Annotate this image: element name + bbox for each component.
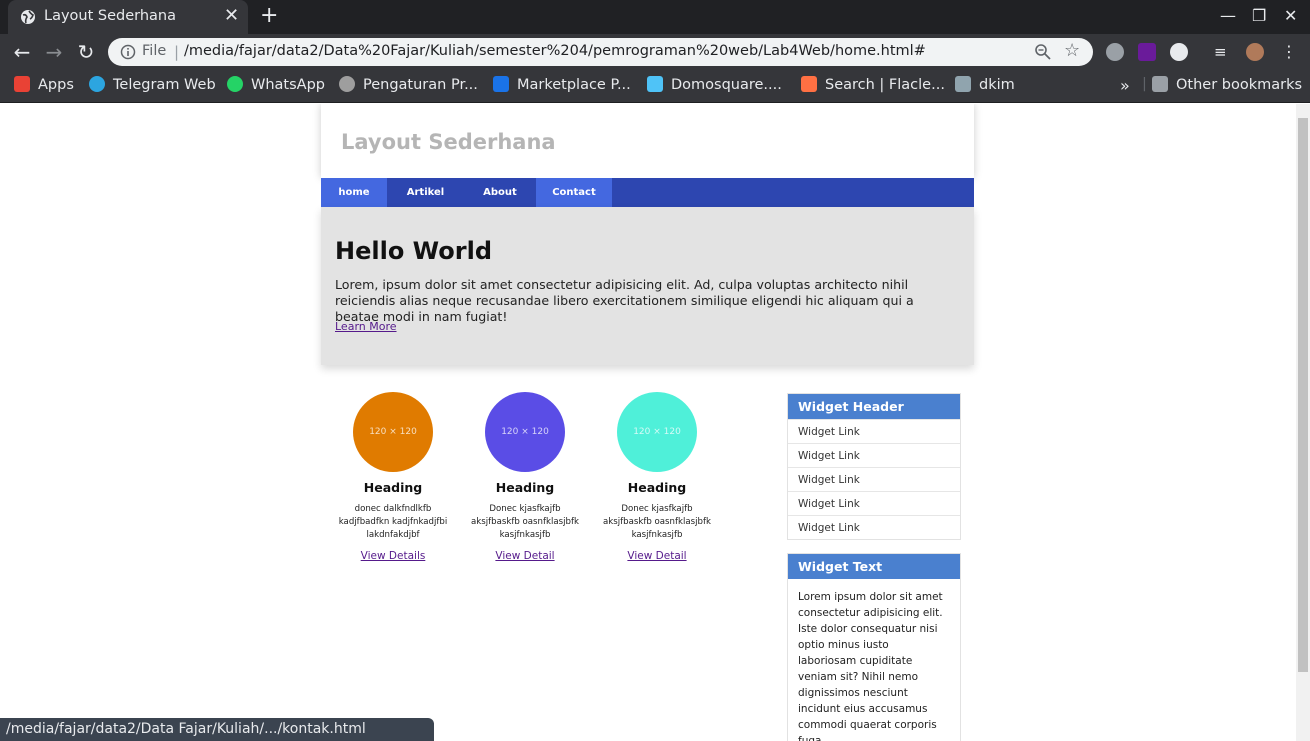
tab-title: Layout Sederhana — [44, 8, 177, 24]
widget-link[interactable]: Widget Link — [788, 491, 960, 515]
avatar[interactable] — [1246, 43, 1264, 61]
scrollbar-thumb[interactable] — [1298, 118, 1308, 672]
settings-gear-icon — [339, 76, 355, 92]
window-close-icon[interactable]: ✕ — [1284, 6, 1297, 25]
widget-link[interactable]: Widget Link — [788, 419, 960, 443]
site-title: Layout Sederhana — [341, 130, 556, 154]
nav-about[interactable]: About — [464, 178, 536, 207]
other-bookmarks[interactable]: Other bookmarks — [1152, 76, 1302, 96]
forward-arrow-icon[interactable]: → — [42, 40, 66, 64]
nav-home[interactable]: home — [321, 178, 387, 207]
browser-tab[interactable]: Layout Sederhana ✕ — [8, 0, 248, 34]
scheme-separator: | — [174, 43, 180, 61]
bookmark-star-icon[interactable]: ☆ — [1064, 40, 1080, 61]
back-arrow-icon[interactable]: ← — [10, 40, 34, 64]
widget-text: Widget Text Lorem ipsum dolor sit amet c… — [787, 553, 961, 741]
maximize-icon[interactable]: ❐ — [1252, 6, 1266, 25]
nav-contact[interactable]: Contact — [536, 178, 612, 207]
zoom-icon[interactable] — [1034, 43, 1052, 61]
widget-link[interactable]: Widget Link — [788, 515, 960, 539]
card-heading: Heading — [363, 480, 423, 495]
widget-links: Widget Header Widget Link Widget Link Wi… — [787, 393, 961, 540]
status-bar-url: /media/fajar/data2/Data Fajar/Kuliah/...… — [0, 718, 434, 741]
bookmark-domosquare[interactable]: Domosquare.... — [647, 76, 782, 96]
bookmark-flacle[interactable]: Search | Flacle... — [801, 76, 945, 96]
hero-text: Lorem, ipsum dolor sit amet consectetur … — [335, 277, 914, 324]
main-nav: home Artikel About Contact — [321, 178, 974, 207]
card-image-placeholder: 120 × 120 — [485, 392, 565, 472]
puzzle-icon — [955, 76, 971, 92]
tab-close-icon[interactable]: ✕ — [224, 6, 239, 26]
bookmark-apps[interactable]: Apps — [14, 76, 74, 96]
bookmarks-overflow-chevron-icon[interactable]: » — [1120, 76, 1130, 96]
bookmark-dkim[interactable]: dkim — [955, 76, 1015, 96]
hero-heading: Hello World — [335, 237, 493, 265]
card-view-detail-link[interactable]: View Detail — [495, 550, 554, 562]
flacle-icon — [801, 76, 817, 92]
url-text[interactable]: /media/fajar/data2/Data%20Fajar/Kuliah/s… — [184, 43, 926, 59]
feature-card-1: 120 × 120 Heading donec dalkfndlkfb kadj… — [334, 392, 452, 563]
scheme-label: File — [142, 43, 167, 59]
minimize-icon[interactable]: — — [1220, 6, 1236, 25]
card-view-details-link[interactable]: View Details — [361, 550, 426, 562]
widget-text-header: Widget Text — [788, 554, 960, 579]
new-tab-button[interactable]: + — [260, 4, 278, 28]
bookmark-telegram[interactable]: Telegram Web — [89, 76, 216, 96]
bookmark-pengaturan[interactable]: Pengaturan Pr... — [339, 76, 478, 96]
page-scrollbar[interactable] — [1296, 104, 1310, 741]
info-icon[interactable] — [120, 44, 136, 60]
tab-strip: Layout Sederhana ✕ + — ❐ ✕ — [0, 0, 1310, 34]
feature-card-2: 120 × 120 Heading Donec kjasfkajfb aksjf… — [466, 392, 584, 563]
domosquare-icon — [647, 76, 663, 92]
page-viewport: Layout Sederhana home Artikel About Cont… — [0, 104, 1296, 741]
globe-icon — [21, 10, 35, 24]
widget-link[interactable]: Widget Link — [788, 443, 960, 467]
menu-kebab-icon[interactable]: ⋮ — [1280, 43, 1298, 61]
card-view-detail-link[interactable]: View Detail — [627, 550, 686, 562]
telegram-icon — [89, 76, 105, 92]
bookmarks-divider: | — [1142, 76, 1147, 92]
widget-header: Widget Header — [788, 394, 960, 419]
bookmark-marketplace[interactable]: Marketplace P... — [493, 76, 631, 96]
globe-extension-icon[interactable] — [1106, 43, 1124, 61]
card-text: donec dalkfndlkfb kadjfbadfkn kadjfnkadj… — [338, 504, 448, 540]
card-image-placeholder: 120 × 120 — [617, 392, 697, 472]
card-text: Donec kjasfkajfb aksjfbaskfb oasnfklasjb… — [603, 504, 711, 540]
address-bar[interactable]: File | /media/fajar/data2/Data%20Fajar/K… — [108, 38, 1093, 66]
whatsapp-icon — [227, 76, 243, 92]
reload-icon[interactable]: ↻ — [74, 40, 98, 64]
learn-more-link[interactable]: Learn More — [335, 320, 397, 333]
card-heading: Heading — [495, 480, 555, 495]
feature-card-3: 120 × 120 Heading Donec kjasfkajfb aksjf… — [598, 392, 716, 563]
g-extension-icon[interactable] — [1138, 43, 1156, 61]
media-queue-icon[interactable]: ≡ — [1214, 43, 1232, 61]
paw-extension-icon[interactable] — [1170, 43, 1188, 61]
card-text: Donec kjasfkajfb aksjfbaskfb oasnfklasjb… — [471, 504, 579, 540]
bookmark-whatsapp[interactable]: WhatsApp — [227, 76, 325, 96]
browser-toolbar: ← → ↻ File | /media/fajar/data2/Data%20F… — [0, 34, 1310, 70]
nav-artikel[interactable]: Artikel — [387, 178, 464, 207]
page-container: Layout Sederhana home Artikel About Cont… — [321, 104, 974, 365]
hero-section: Hello World Lorem, ipsum dolor sit amet … — [321, 207, 974, 365]
bookmarks-bar: Apps Telegram Web WhatsApp Pengaturan Pr… — [0, 70, 1310, 103]
card-heading: Heading — [627, 480, 687, 495]
folder-icon — [1152, 76, 1168, 92]
widget-text-body: Lorem ipsum dolor sit amet consectetur a… — [798, 591, 943, 741]
marketplace-icon — [493, 76, 509, 92]
site-header: Layout Sederhana — [321, 104, 974, 178]
apps-grid-icon — [14, 76, 30, 92]
card-image-placeholder: 120 × 120 — [353, 392, 433, 472]
widget-link[interactable]: Widget Link — [788, 467, 960, 491]
